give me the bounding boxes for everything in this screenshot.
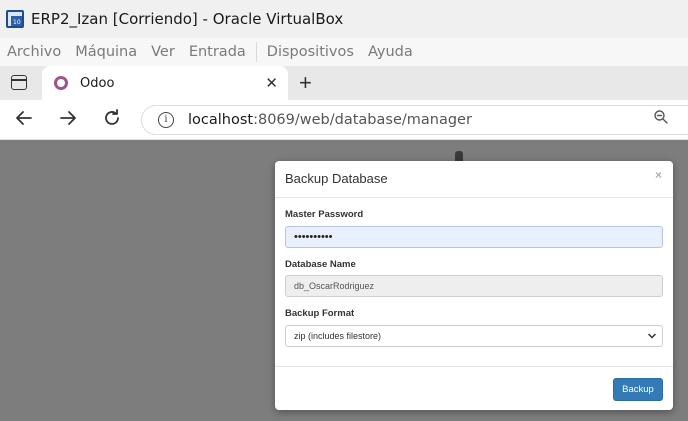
backup-format-select[interactable]: zip (includes filestore) — [285, 325, 663, 347]
tab-title: Odoo — [80, 75, 115, 91]
backup-format-value: zip (includes filestore) — [294, 331, 382, 341]
database-name-label: Database Name — [285, 259, 356, 270]
dialog-footer: Backup — [275, 366, 673, 410]
window-title: ERP2_Izan [Corriendo] - Oracle VirtualBo… — [31, 10, 344, 28]
master-password-label: Master Password — [285, 209, 364, 220]
address-bar[interactable]: i localhost:8069/web/database/manager — [141, 105, 688, 135]
dialog-header: Backup Database × — [275, 161, 673, 198]
dialog-title: Backup Database — [285, 171, 388, 186]
forward-arrow-icon[interactable] — [57, 107, 79, 135]
odoo-favicon-icon — [54, 76, 68, 90]
new-tab-icon[interactable]: + — [299, 70, 312, 96]
browser-navbar: i localhost:8069/web/database/manager — [0, 100, 688, 140]
vbox-menubar: Archivo Máquina Ver Entrada Dispositivos… — [0, 38, 688, 66]
backup-database-dialog: Backup Database × Master Password ••••••… — [275, 161, 673, 410]
database-name-field: db_OscarRodriguez — [285, 275, 663, 297]
url-host: localhost — [188, 112, 254, 128]
tab-actions-icon[interactable] — [11, 75, 27, 90]
browser-tabstrip: Odoo ✕ + — [0, 66, 688, 100]
zoom-icon[interactable] — [653, 109, 669, 128]
close-tab-icon[interactable]: ✕ — [265, 74, 278, 92]
menu-dispositivos[interactable]: Dispositivos — [260, 44, 361, 60]
backup-format-label: Backup Format — [285, 308, 355, 319]
chevron-down-icon — [647, 326, 657, 354]
close-dialog-icon[interactable]: × — [655, 168, 662, 182]
tab-odoo[interactable]: Odoo ✕ — [42, 66, 288, 100]
menu-entrada[interactable]: Entrada — [182, 44, 253, 60]
url-path: :8069/web/database/manager — [253, 112, 472, 128]
backup-button[interactable]: Backup — [613, 378, 663, 401]
master-password-input[interactable]: •••••••••• — [285, 226, 663, 248]
menu-ver[interactable]: Ver — [144, 44, 182, 60]
menu-maquina[interactable]: Máquina — [68, 44, 144, 60]
site-info-icon[interactable]: i — [158, 112, 174, 128]
svg-text:10: 10 — [13, 19, 21, 26]
menu-archivo[interactable]: Archivo — [0, 44, 68, 60]
reload-icon[interactable] — [101, 107, 123, 135]
window-titlebar: 10 ERP2_Izan [Corriendo] - Oracle Virtua… — [0, 0, 688, 38]
menu-ayuda[interactable]: Ayuda — [361, 44, 420, 60]
back-arrow-icon[interactable] — [13, 107, 35, 135]
virtualbox-icon: 10 — [5, 9, 25, 29]
menu-separator — [255, 42, 257, 62]
